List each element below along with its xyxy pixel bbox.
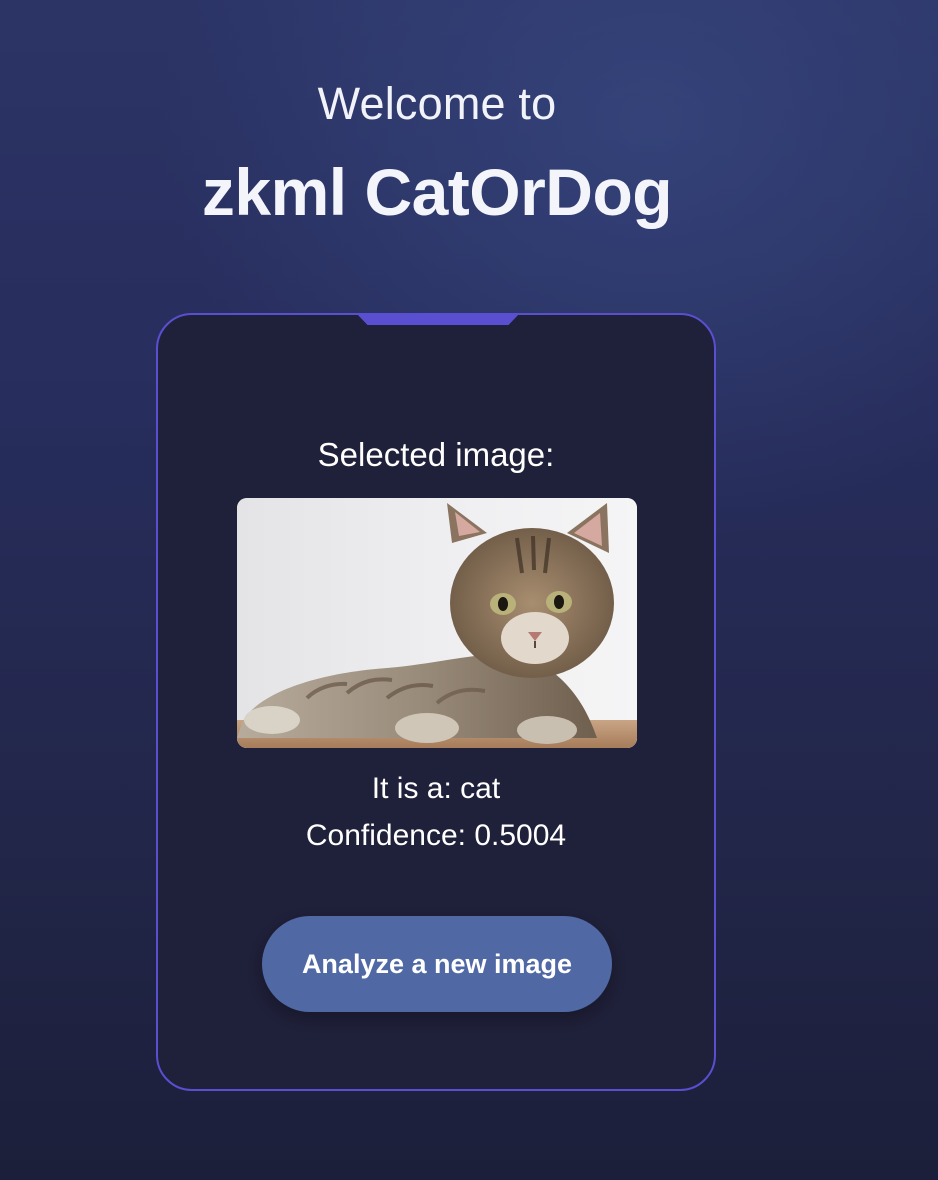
confidence-score: Confidence: 0.5004 (305, 819, 567, 852)
prediction-result: It is a: cat (371, 772, 501, 805)
card-accent-tab (356, 313, 520, 325)
analyze-new-image-button[interactable]: Analyze a new image (262, 916, 612, 1012)
selected-image (237, 498, 637, 748)
app-title: zkml CatOrDog (201, 155, 673, 229)
result-card: Selected image: It is a: cat Confidence:… (156, 313, 716, 1091)
welcome-heading: Welcome to (317, 78, 557, 129)
selected-image-label: Selected image: (317, 436, 555, 473)
cat-photo (237, 498, 637, 748)
